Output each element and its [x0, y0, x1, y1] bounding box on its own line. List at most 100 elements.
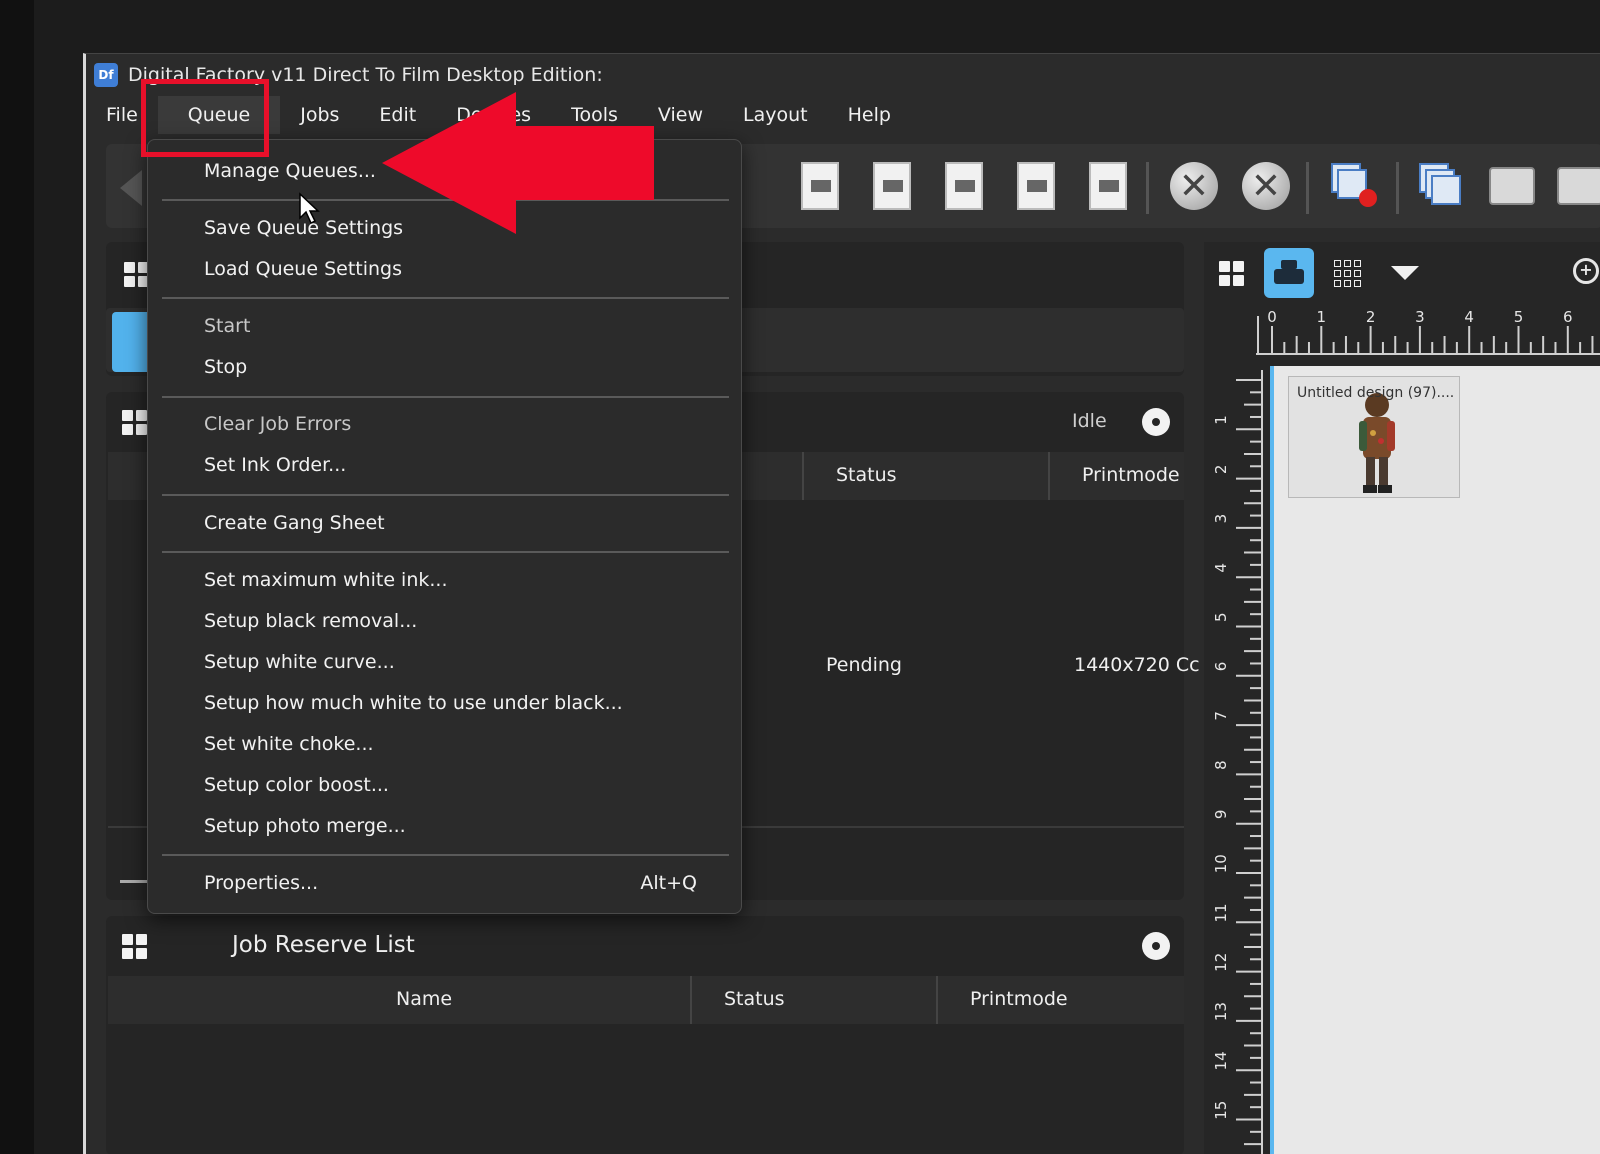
delete-job-button[interactable]: ✕	[1240, 160, 1292, 212]
ruler-label: 6	[1212, 662, 1230, 672]
job-printmode-cell: 1440x720 Cc	[1074, 654, 1200, 676]
column-divider	[1048, 452, 1050, 500]
menu-item-load-queue-settings[interactable]: Load Queue Settings	[204, 258, 402, 280]
ruler-label: 4	[1464, 308, 1474, 326]
fit-center-button[interactable]	[794, 160, 846, 212]
menu-separator	[162, 297, 729, 299]
column-header-printmode[interactable]: Printmode	[1082, 464, 1180, 486]
column-divider	[802, 452, 804, 500]
grid-view-button[interactable]	[1322, 248, 1372, 298]
view-options-dropdown[interactable]	[1380, 248, 1430, 298]
toolbar-scroll-left-icon[interactable]	[120, 170, 142, 206]
horizontal-ruler: 0 1 2 3 4 5 6	[1256, 308, 1600, 355]
stacked-pages-icon	[1419, 163, 1465, 209]
cancel-icon: ✕	[1170, 162, 1218, 210]
queue-state-label: Idle	[1072, 410, 1107, 432]
menu-item-manage-queues[interactable]: Manage Queues...	[204, 160, 376, 182]
title-bar: Df Digital Factory v11 Direct To Film De…	[86, 54, 1600, 96]
fit-height-button[interactable]	[1010, 160, 1062, 212]
ruler-label: 2	[1212, 465, 1230, 475]
panel-title: Job Reserve List	[232, 932, 415, 958]
ruler-label: 5	[1212, 612, 1230, 622]
toolbar-separator	[1396, 162, 1399, 214]
ruler-label: 0	[1267, 308, 1277, 326]
menu-item-setup-white-under-black[interactable]: Setup how much white to use under black.…	[204, 692, 623, 714]
red-arrow-icon	[382, 92, 654, 234]
menu-item-setup-black-removal[interactable]: Setup black removal...	[204, 610, 417, 632]
document-fit-icon	[1089, 162, 1127, 210]
menu-item-set-white-choke[interactable]: Set white choke...	[204, 733, 374, 755]
ruler-label: 1	[1212, 415, 1230, 425]
column-divider	[936, 976, 938, 1024]
document-height-icon	[1017, 162, 1055, 210]
menu-item-setup-photo-merge[interactable]: Setup photo merge...	[204, 815, 406, 837]
ruler-label: 3	[1212, 514, 1230, 524]
cancel-job-button[interactable]: ✕	[1168, 160, 1220, 212]
menu-bar: File Queue Jobs Edit Devices Tools View …	[86, 96, 1600, 134]
queue-list-button[interactable]	[1416, 160, 1468, 212]
reserve-settings-gear-icon[interactable]	[1142, 932, 1170, 960]
menu-help[interactable]: Help	[828, 96, 911, 134]
menu-item-setup-white-curve[interactable]: Setup white curve...	[204, 651, 395, 673]
queue-menu-dropdown: Manage Queues... Save Queue Settings Loa…	[147, 139, 742, 914]
document-center-icon	[801, 162, 839, 210]
column-header-status[interactable]: Status	[724, 988, 785, 1010]
align-top-button[interactable]	[866, 160, 918, 212]
column-header-printmode[interactable]: Printmode	[970, 988, 1068, 1010]
ruler-label: 2	[1366, 308, 1376, 326]
menu-separator	[162, 551, 729, 553]
print-canvas[interactable]: Untitled design (97)....	[1270, 366, 1600, 1154]
desktop-edge	[0, 0, 34, 1154]
menu-item-set-max-white-ink[interactable]: Set maximum white ink...	[204, 569, 448, 591]
close-icon: ✕	[1242, 162, 1290, 210]
fit-width-button[interactable]	[938, 160, 990, 212]
chevron-down-icon	[1391, 266, 1419, 280]
ruler-label: 11	[1212, 903, 1230, 922]
character-figure-icon	[1359, 393, 1395, 493]
column-header-status[interactable]: Status	[836, 464, 897, 486]
menu-item-stop[interactable]: Stop	[204, 356, 247, 378]
print-view-button[interactable]	[1264, 248, 1314, 298]
menu-separator	[162, 396, 729, 398]
thumbnail-label: Untitled design (97)....	[1297, 385, 1455, 401]
queue-settings-gear-icon[interactable]	[1142, 408, 1170, 436]
document-width-icon	[945, 162, 983, 210]
menu-item-setup-color-boost[interactable]: Setup color boost...	[204, 774, 389, 796]
ruler-label: 9	[1212, 810, 1230, 820]
collapse-handle[interactable]	[120, 880, 148, 883]
print-checklist-button[interactable]	[1486, 160, 1538, 212]
mouse-pointer-icon	[299, 192, 320, 225]
menu-layout[interactable]: Layout	[723, 96, 828, 134]
zoom-in-icon[interactable]: +	[1573, 258, 1599, 284]
ruler-label: 14	[1212, 1051, 1230, 1070]
stop-queue-button[interactable]	[1328, 160, 1380, 212]
ruler-label: 13	[1212, 1002, 1230, 1021]
layout-view-panel: + 0123456 1 2 3 4 5 6 7 8 9 10 11 12 13 14 15	[1204, 242, 1600, 1154]
column-divider	[690, 976, 692, 1024]
app-icon: Df	[94, 63, 118, 87]
menu-jobs[interactable]: Jobs	[280, 96, 359, 134]
menu-item-clear-job-errors[interactable]: Clear Job Errors	[204, 413, 351, 435]
design-thumbnail[interactable]: Untitled design (97)....	[1288, 376, 1460, 498]
panel-windows-icon	[124, 262, 149, 287]
vertical-ruler: 123456789101112131415	[1212, 370, 1263, 1154]
properties-shortcut: Alt+Q	[640, 872, 697, 894]
column-header-name[interactable]: Name	[396, 988, 452, 1010]
printer-button[interactable]	[1554, 160, 1600, 212]
panel-windows-icon	[122, 934, 147, 959]
annotation-highlight-box	[141, 79, 269, 157]
menu-item-start[interactable]: Start	[204, 315, 250, 337]
tile-view-button[interactable]	[1206, 248, 1256, 298]
toolbar-separator	[1146, 162, 1149, 214]
screen: Df Digital Factory v11 Direct To Film De…	[0, 0, 1600, 1154]
menu-item-create-gang-sheet[interactable]: Create Gang Sheet	[204, 512, 385, 534]
stacked-pages-stop-icon	[1331, 163, 1377, 209]
windows-grid-icon	[1218, 260, 1244, 286]
menu-item-properties[interactable]: Properties...	[204, 872, 318, 894]
menu-separator	[162, 854, 729, 856]
grid-icon	[1333, 259, 1361, 287]
menu-item-set-ink-order[interactable]: Set Ink Order...	[204, 454, 346, 476]
fit-page-button[interactable]	[1082, 160, 1134, 212]
ruler-label: 3	[1415, 308, 1425, 326]
ruler-label: 12	[1212, 953, 1230, 972]
